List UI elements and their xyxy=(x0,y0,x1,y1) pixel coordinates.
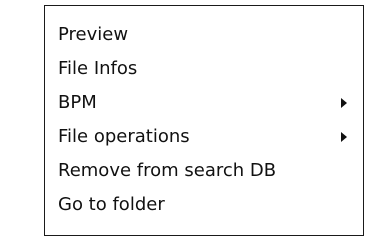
menu-item-label: BPM xyxy=(58,92,97,113)
menu-item-file-operations[interactable]: File operations xyxy=(45,120,363,154)
submenu-arrow-icon xyxy=(341,98,347,108)
submenu-arrow-icon xyxy=(341,132,347,142)
menu-item-bpm[interactable]: BPM xyxy=(45,86,363,120)
menu-item-label: File operations xyxy=(58,126,190,147)
menu-item-label: Preview xyxy=(58,24,129,45)
context-menu-list: Preview File Infos BPM File operations R… xyxy=(45,18,363,222)
menu-item-label: File Infos xyxy=(58,58,138,79)
context-menu: Preview File Infos BPM File operations R… xyxy=(44,5,364,236)
menu-item-remove-from-search-db[interactable]: Remove from search DB xyxy=(45,154,363,188)
menu-item-preview[interactable]: Preview xyxy=(45,18,363,52)
menu-item-label: Go to folder xyxy=(58,194,165,215)
menu-item-file-infos[interactable]: File Infos xyxy=(45,52,363,86)
menu-item-go-to-folder[interactable]: Go to folder xyxy=(45,188,363,222)
menu-item-label: Remove from search DB xyxy=(58,160,277,181)
